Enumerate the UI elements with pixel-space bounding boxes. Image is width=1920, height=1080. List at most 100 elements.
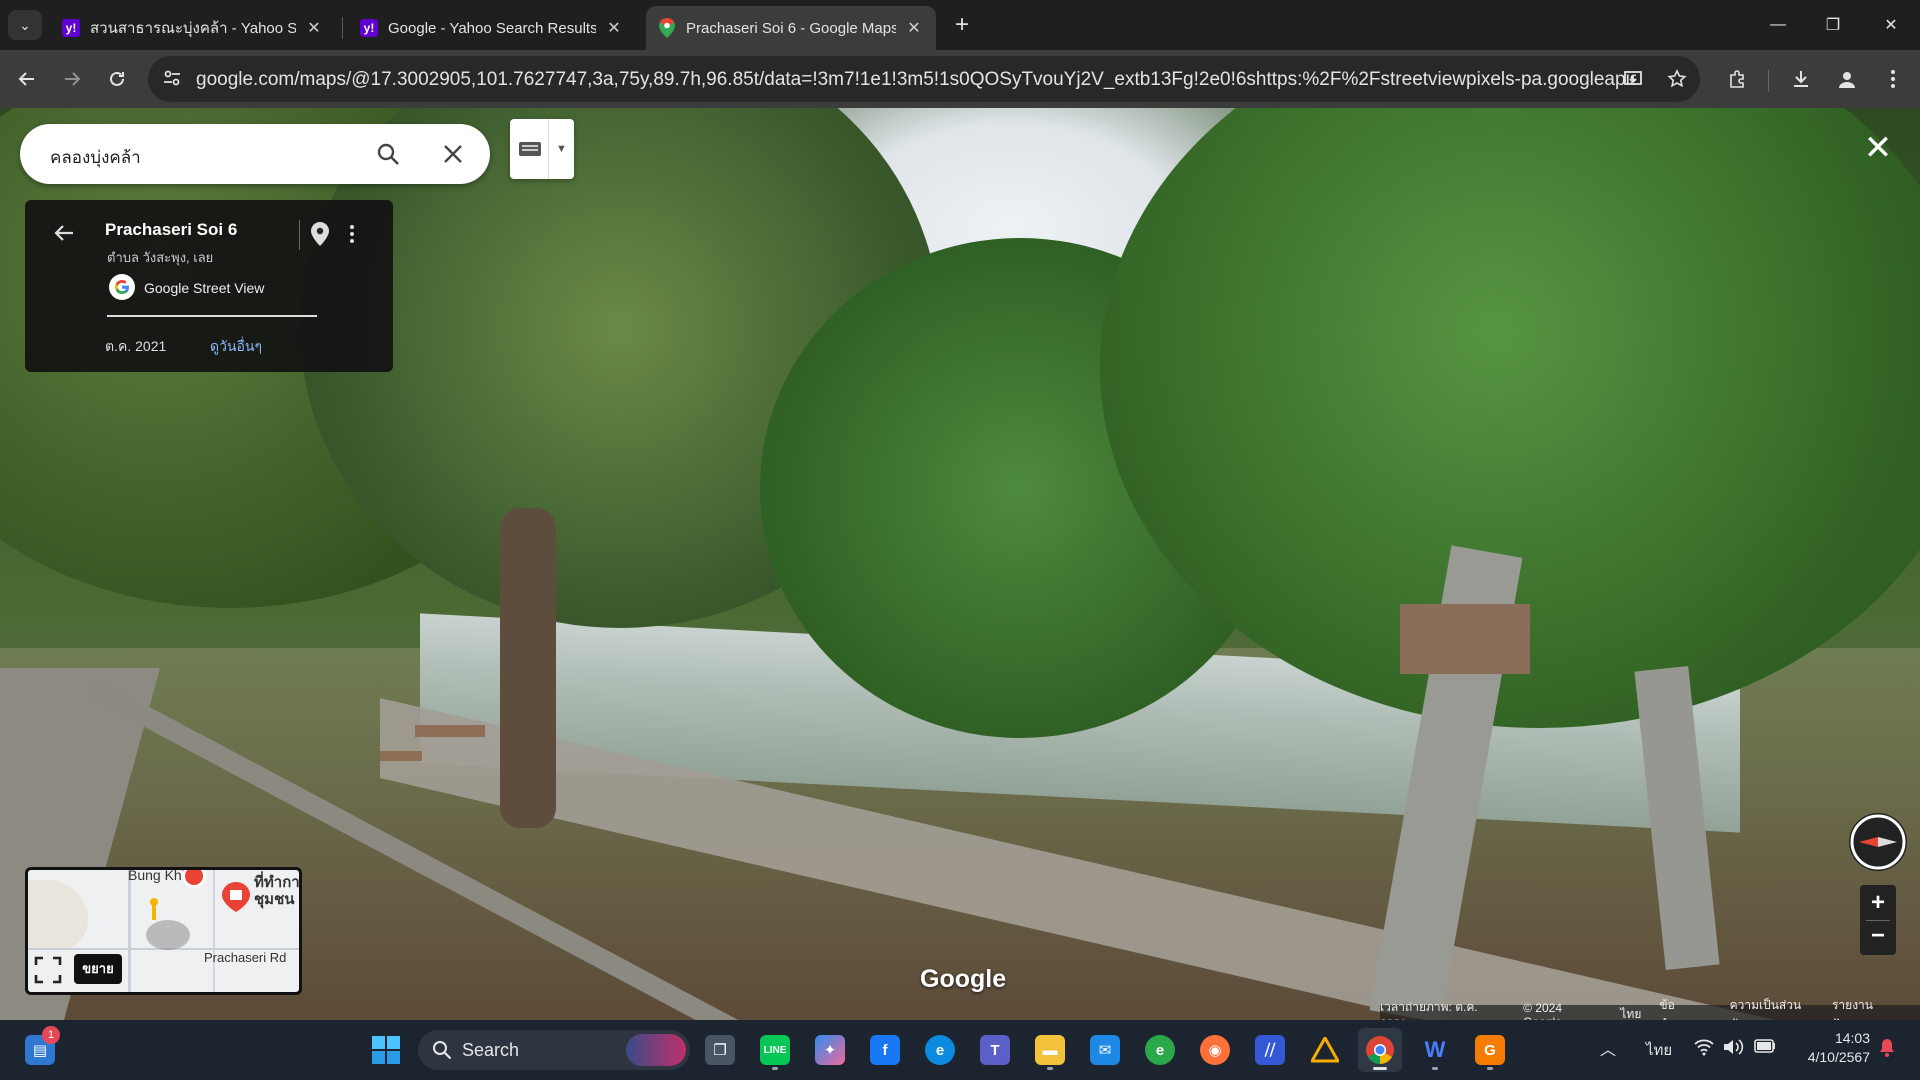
- more-options-icon[interactable]: [349, 224, 355, 249]
- close-icon: ✕: [1863, 129, 1893, 167]
- search-input[interactable]: คลองบุ่งคล้า: [50, 144, 141, 171]
- see-more-dates-link[interactable]: ดูวันอื่นๆ: [210, 336, 262, 358]
- running-indicator: [1487, 1067, 1493, 1070]
- map-pin-icon[interactable]: [311, 222, 333, 248]
- tab-title: Google - Yahoo Search Results: [388, 19, 596, 37]
- tab-yahoo-2[interactable]: y! Google - Yahoo Search Results ✕: [348, 6, 636, 50]
- tab-divider: [342, 17, 343, 39]
- clear-search-icon[interactable]: [442, 143, 466, 167]
- tab-search-button[interactable]: ⌄: [8, 10, 42, 40]
- bench: [415, 725, 485, 737]
- arrow-right-icon: [65, 72, 81, 86]
- divider: [107, 315, 317, 317]
- kebab-menu-icon[interactable]: [1876, 62, 1910, 96]
- task-view-button[interactable]: ❐: [698, 1028, 742, 1072]
- distant-house: [1400, 604, 1530, 674]
- forward-button[interactable]: [55, 62, 89, 96]
- place-subtitle: ตำบล วังสะพุง, เลย: [107, 250, 214, 265]
- reload-button[interactable]: [100, 62, 134, 96]
- mini-map[interactable]: Bung Khla ที่ทำการชุมชน Prachaseri Rd ขย…: [25, 867, 302, 995]
- keyboard-icon: [519, 142, 541, 161]
- new-tab-button[interactable]: +: [948, 12, 976, 40]
- drive-icon: [1310, 1035, 1340, 1065]
- red-pin-icon[interactable]: [182, 870, 206, 888]
- taskbar-search[interactable]: Search: [418, 1030, 690, 1070]
- show-hidden-icons-button[interactable]: ︿: [1600, 1036, 1616, 1060]
- notification-bell-icon[interactable]: [1878, 1038, 1896, 1063]
- compass-control[interactable]: [1849, 813, 1907, 871]
- browser-toolbar: google.com/maps/@17.3002905,101.7627747,…: [0, 50, 1920, 108]
- close-icon[interactable]: ✕: [904, 18, 924, 38]
- downloads-icon[interactable]: [1784, 62, 1818, 96]
- teams-icon: T: [980, 1035, 1010, 1065]
- file-explorer-app[interactable]: ▬: [1028, 1028, 1072, 1072]
- visual-studio-app[interactable]: ⧸⧸: [1248, 1028, 1292, 1072]
- start-button[interactable]: [364, 1028, 408, 1072]
- battery-icon[interactable]: [1754, 1039, 1776, 1058]
- restore-button[interactable]: ❐: [1806, 0, 1860, 50]
- maps-search-box[interactable]: คลองบุ่งคล้า: [20, 124, 490, 184]
- expand-map-icon[interactable]: [34, 956, 66, 988]
- close-icon[interactable]: ✕: [304, 18, 324, 38]
- poi-marker-icon[interactable]: [222, 882, 250, 912]
- zoom-out-button[interactable]: −: [1860, 921, 1896, 953]
- edge-dev-app[interactable]: e: [1138, 1028, 1182, 1072]
- firefox-icon: ◉: [1200, 1035, 1230, 1065]
- profile-avatar-icon[interactable]: [1830, 62, 1864, 96]
- map-label-poi: ที่ทำการชุมชน: [254, 874, 300, 908]
- map-road: [128, 870, 131, 992]
- edge-beta-app[interactable]: e: [918, 1028, 962, 1072]
- clock[interactable]: 14:03 4/10/2567: [1792, 1030, 1870, 1065]
- tab-google-maps[interactable]: Prachaseri Soi 6 - Google Maps ✕: [646, 6, 936, 50]
- line-icon: LINE: [760, 1035, 790, 1065]
- wifi-icon[interactable]: [1694, 1038, 1714, 1061]
- divider: [548, 119, 549, 179]
- firefox-app[interactable]: ◉: [1193, 1028, 1237, 1072]
- caret-down-icon[interactable]: ▼: [556, 143, 567, 155]
- minimize-button[interactable]: —: [1751, 0, 1805, 50]
- input-tools-button[interactable]: ▼: [510, 119, 574, 179]
- address-bar[interactable]: google.com/maps/@17.3002905,101.7627747,…: [148, 56, 1700, 102]
- back-arrow-icon[interactable]: [53, 222, 77, 246]
- teams-app[interactable]: T: [973, 1028, 1017, 1072]
- tab-title: Prachaseri Soi 6 - Google Maps: [686, 19, 896, 37]
- bookmark-star-icon[interactable]: [1660, 62, 1694, 96]
- edge-dev-icon: e: [1145, 1035, 1175, 1065]
- mail-app[interactable]: ✉: [1083, 1028, 1127, 1072]
- line-app[interactable]: LINE: [753, 1028, 797, 1072]
- input-language[interactable]: ไทย: [1646, 1038, 1672, 1062]
- windows-start-icon: [372, 1036, 400, 1064]
- extensions-icon[interactable]: [1720, 62, 1754, 96]
- close-street-view-button[interactable]: ✕: [1856, 126, 1900, 170]
- tab-yahoo-1[interactable]: y! สวนสาธารณะบุ่งคล้า - Yahoo Search ✕: [50, 6, 336, 50]
- zoom-in-button[interactable]: +: [1860, 887, 1896, 919]
- draw-app[interactable]: G: [1468, 1028, 1512, 1072]
- window-close-button[interactable]: ✕: [1864, 0, 1918, 50]
- active-indicator: [1373, 1067, 1387, 1070]
- search-icon[interactable]: [376, 142, 402, 168]
- running-indicator: [1432, 1067, 1438, 1070]
- back-button[interactable]: [10, 62, 44, 96]
- drive-app[interactable]: [1303, 1028, 1347, 1072]
- site-info-icon[interactable]: [162, 68, 184, 90]
- running-indicator: [772, 1067, 778, 1070]
- volume-icon[interactable]: [1722, 1037, 1744, 1062]
- google-watermark: Google: [920, 965, 1007, 993]
- install-app-icon[interactable]: [1616, 62, 1650, 96]
- pegman-icon[interactable]: [146, 898, 162, 920]
- chevron-down-icon: ⌄: [19, 16, 31, 33]
- copilot-app[interactable]: ✦: [808, 1028, 852, 1072]
- view-cone: [146, 920, 190, 950]
- map-label-road: Prachaseri Rd: [204, 950, 287, 965]
- facebook-app[interactable]: f: [863, 1028, 907, 1072]
- windows-taskbar: ▤ 1 Search ❐ LINE ✦ f e T ▬ ✉ e ◉ ⧸⧸ W G…: [0, 1020, 1920, 1080]
- word-app[interactable]: W: [1413, 1028, 1457, 1072]
- arrow-left-icon: [18, 72, 34, 86]
- chrome-app[interactable]: [1358, 1028, 1402, 1072]
- map-area: [28, 880, 88, 950]
- url-text: google.com/maps/@17.3002905,101.7627747,…: [196, 69, 1636, 90]
- place-title: Prachaseri Soi 6: [105, 220, 238, 239]
- close-icon[interactable]: ✕: [604, 18, 624, 38]
- expand-tooltip: ขยาย: [74, 954, 122, 984]
- widgets-button[interactable]: ▤ 1: [18, 1026, 62, 1072]
